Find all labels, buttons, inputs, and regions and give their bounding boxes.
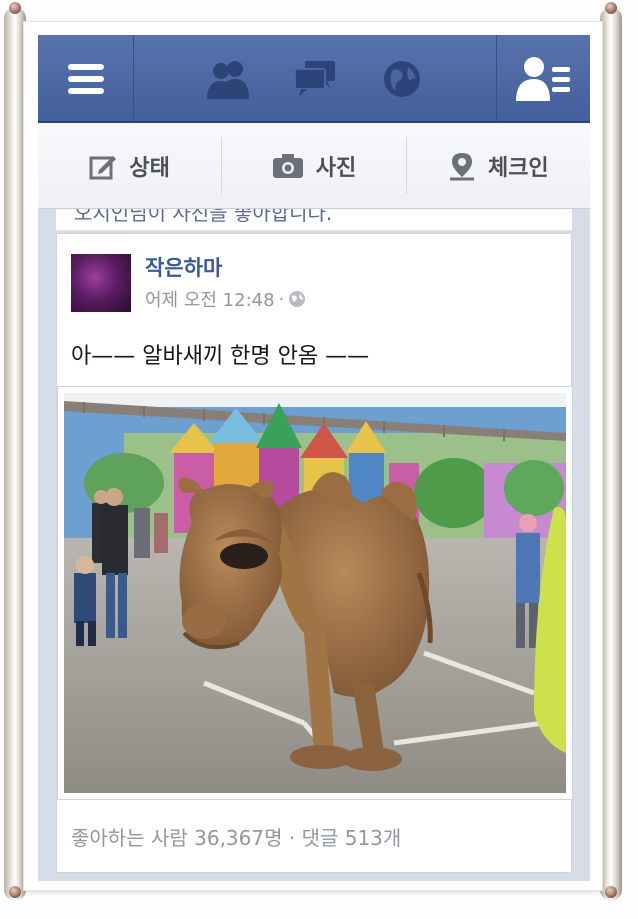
camera-icon: [272, 153, 303, 178]
notifications-globe-icon[interactable]: [379, 56, 425, 102]
post-author[interactable]: 작은하마: [145, 252, 222, 282]
post-time[interactable]: 어제 오전 12:48: [145, 286, 275, 312]
friends-list-button[interactable]: [496, 35, 590, 123]
meta-separator: ·: [278, 288, 285, 310]
edit-status-icon: [89, 155, 117, 179]
scroll-rod-left: [4, 8, 26, 900]
camel-costume-photo: [64, 393, 566, 793]
post-text: 아—— 알바새끼 한명 안옴 ——: [71, 344, 370, 369]
scroll-rod-right: [600, 8, 622, 900]
jewel-icons: [134, 35, 496, 123]
post-meta: 어제 오전 12:48 ·: [145, 286, 306, 312]
messages-icon[interactable]: [292, 56, 338, 102]
feed-story: 작은하마 어제 오전 12:48 · 아—— 알바새끼 한명 안옴 —— 좋아하…: [56, 233, 573, 873]
rod-cap-bottom-right: [605, 886, 617, 898]
rod-cap-bottom-left: [9, 886, 21, 898]
post-photo[interactable]: [57, 386, 573, 800]
news-feed: 오지인님이 사진을 좋아합니다. 작은하마 어제 오전 12:48 · 아—— …: [38, 209, 590, 881]
status-label: 상태: [129, 155, 170, 181]
rod-cap-top-right: [605, 2, 617, 14]
friend-requests-icon[interactable]: [205, 56, 251, 102]
prior-story-text: 오지인님이 사진을 좋아합니다.: [74, 209, 333, 225]
avatar[interactable]: [71, 254, 131, 312]
prior-story-partial[interactable]: 오지인님이 사진을 좋아합니다.: [56, 209, 572, 231]
likes-comments-summary[interactable]: 좋아하는 사람 36,367명 · 댓글 513개: [71, 822, 401, 851]
rod-cap-top-left: [9, 2, 21, 14]
composer-bar: 상태 사진 체크인: [38, 123, 590, 209]
facebook-top-bar: [38, 35, 590, 123]
checkin-button[interactable]: 체크인: [407, 123, 590, 208]
menu-button[interactable]: [38, 35, 134, 123]
friends-list-icon: [515, 57, 570, 101]
globe-icon: [289, 291, 306, 307]
checkin-label: 체크인: [487, 155, 549, 181]
photo-label: 사진: [315, 155, 357, 181]
photo-button[interactable]: 사진: [222, 123, 405, 208]
status-button[interactable]: 상태: [38, 123, 221, 208]
location-pin-icon: [449, 152, 474, 180]
